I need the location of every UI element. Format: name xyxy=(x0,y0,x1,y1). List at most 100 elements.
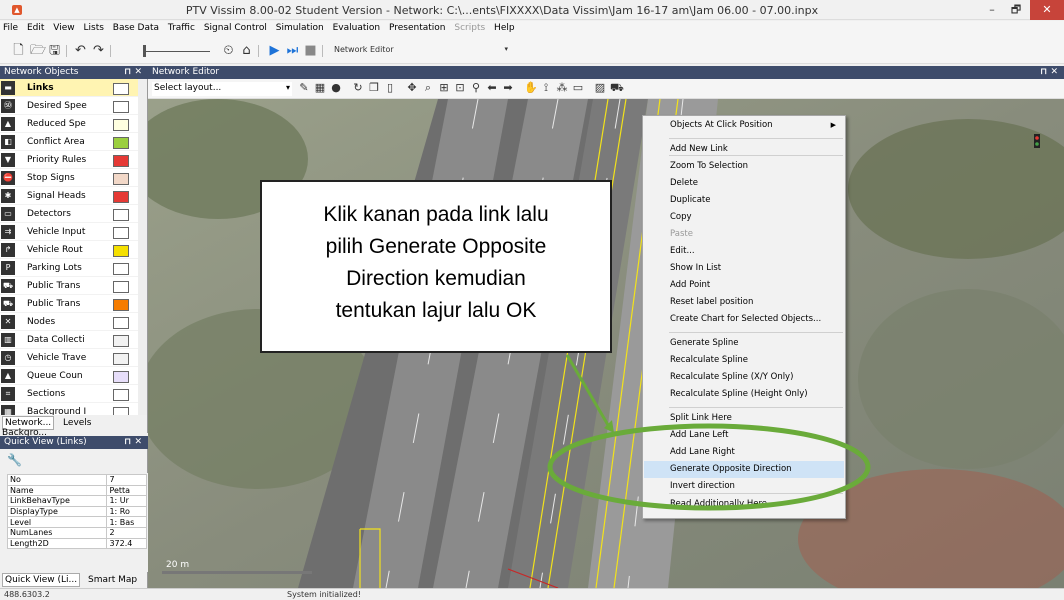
context-menu-item[interactable]: Show In List xyxy=(644,260,844,277)
menu-view[interactable]: View xyxy=(50,21,77,33)
context-menu-item[interactable]: Recalculate Spline xyxy=(644,352,844,369)
context-menu-item[interactable]: Recalculate Spline (X/Y Only) xyxy=(644,369,844,386)
hand-icon[interactable]: ✋ xyxy=(524,82,538,94)
object-color-swatch[interactable] xyxy=(113,245,129,257)
zoom-area-icon[interactable]: ⌕ xyxy=(422,82,434,94)
network-object-item[interactable]: ↱ Vehicle Rout xyxy=(0,241,147,259)
menu-traffic[interactable]: Traffic xyxy=(165,21,198,33)
menu-help[interactable]: Help xyxy=(491,21,518,33)
context-menu-item[interactable]: Add Point xyxy=(644,277,844,294)
speed-slider-track[interactable] xyxy=(146,51,210,52)
measure-icon[interactable]: ⟟ xyxy=(540,82,552,94)
object-color-swatch[interactable] xyxy=(113,119,129,131)
object-color-swatch[interactable] xyxy=(113,227,129,239)
network-object-item[interactable]: ▬ Links xyxy=(0,79,147,97)
network-object-item[interactable]: ⛔ Stop Signs xyxy=(0,169,147,187)
tab-smart-map[interactable]: Smart Map xyxy=(88,575,137,585)
network-object-item[interactable]: ⛟ Public Trans xyxy=(0,277,147,295)
object-color-swatch[interactable] xyxy=(113,155,129,167)
context-menu-item[interactable]: Create Chart for Selected Objects... xyxy=(644,311,844,328)
table-row[interactable]: LinkBehavType 1: Ur xyxy=(6,495,147,507)
attribute-value[interactable]: 7 xyxy=(106,474,147,486)
attribute-value[interactable]: 372.4 xyxy=(106,537,147,550)
table-row[interactable]: Length2D 372.4 xyxy=(6,537,147,550)
object-color-swatch[interactable] xyxy=(113,335,129,347)
object-color-swatch[interactable] xyxy=(113,83,129,95)
network-object-item[interactable]: ㊿ Desired Spee xyxy=(0,97,147,115)
wireframe-icon[interactable]: ⁂ xyxy=(556,82,568,94)
clipboard-icon[interactable]: ▯ xyxy=(384,82,396,94)
chart-icon[interactable]: ▨ xyxy=(594,82,606,94)
save-icon[interactable]: 🖫 xyxy=(48,44,61,57)
network-object-item[interactable]: ▭ Detectors xyxy=(0,205,147,223)
tab-quick-view[interactable]: Quick View (Li... xyxy=(2,573,81,587)
network-object-item[interactable]: ▲ Reduced Spe xyxy=(0,115,147,133)
network-object-item[interactable]: ✱ Signal Heads xyxy=(0,187,147,205)
menu-scripts[interactable]: Scripts xyxy=(451,21,488,33)
3d-vehicles-icon[interactable]: ⛟ xyxy=(610,82,624,94)
context-menu-item[interactable]: Generate Spline xyxy=(644,335,844,352)
attribute-value[interactable]: 1: Bas xyxy=(106,516,147,528)
object-color-swatch[interactable] xyxy=(113,389,129,401)
object-color-swatch[interactable] xyxy=(113,191,129,203)
globe-icon[interactable]: ● xyxy=(330,82,342,94)
zoom-extents-icon[interactable]: ⊞ xyxy=(438,82,450,94)
menu-simulation[interactable]: Simulation xyxy=(273,21,327,33)
attribute-value[interactable]: 1: Ur xyxy=(106,495,147,507)
object-color-swatch[interactable] xyxy=(113,137,129,149)
maximize-button[interactable]: 🗗 xyxy=(1004,0,1028,20)
attribute-value[interactable]: 2 xyxy=(106,526,147,539)
layout-select[interactable]: Select layout... ▾ xyxy=(152,82,292,96)
context-menu-item[interactable]: Edit... xyxy=(644,243,844,260)
open-folder-icon[interactable]: 🗁 xyxy=(30,44,46,57)
menu-evaluation[interactable]: Evaluation xyxy=(330,21,384,33)
table-row[interactable]: NumLanes 2 xyxy=(6,526,147,539)
rotate-icon[interactable]: ↻ xyxy=(352,82,364,94)
step-icon[interactable]: ⏭ xyxy=(286,44,299,57)
context-menu-item[interactable]: Add Lane Right xyxy=(644,444,844,461)
copy-view-icon[interactable]: ❐ xyxy=(368,82,380,94)
object-color-swatch[interactable] xyxy=(113,353,129,365)
edit-tools-icon[interactable]: ✎ xyxy=(298,82,310,94)
simulation-speed-icon[interactable]: ⏲ xyxy=(222,44,235,57)
context-menu-item[interactable]: Copy xyxy=(644,209,844,226)
network-object-item[interactable]: P Parking Lots xyxy=(0,259,147,277)
editor-type-select[interactable]: Network Editor ▾ xyxy=(334,45,510,57)
menu-base-data[interactable]: Base Data xyxy=(110,21,162,33)
table-row[interactable]: DisplayType 1: Ro xyxy=(6,505,147,518)
object-color-swatch[interactable] xyxy=(113,371,129,383)
redo-icon[interactable]: ↷ xyxy=(92,44,105,57)
table-row[interactable]: Name Petta xyxy=(6,484,147,497)
context-menu-item[interactable]: Delete xyxy=(644,175,844,192)
zoom-icon[interactable]: ⚲ xyxy=(470,82,482,94)
undo-icon[interactable]: ↶ xyxy=(74,44,87,57)
menu-edit[interactable]: Edit xyxy=(24,21,47,33)
context-menu-item[interactable]: Generate Opposite Direction xyxy=(644,461,844,478)
network-object-item[interactable]: ⇉ Vehicle Input xyxy=(0,223,147,241)
context-menu-item[interactable]: Add Lane Left xyxy=(644,427,844,444)
forward-arrow-icon[interactable]: ➡ xyxy=(502,82,514,94)
context-menu-item[interactable]: Invert direction xyxy=(644,478,844,495)
play-icon[interactable]: ▶ xyxy=(268,44,281,57)
zoom-box-icon[interactable]: ⊡ xyxy=(454,82,466,94)
pan-icon[interactable]: ✥ xyxy=(406,82,418,94)
network-object-item[interactable]: ◧ Conflict Area xyxy=(0,133,147,151)
panel-controls[interactable]: ⊓ ✕ xyxy=(124,437,142,447)
stop-icon[interactable]: ■ xyxy=(304,44,317,57)
object-color-swatch[interactable] xyxy=(113,173,129,185)
object-color-swatch[interactable] xyxy=(113,281,129,293)
attribute-value[interactable]: 1: Ro xyxy=(106,505,147,518)
new-file-icon[interactable]: 🗋 xyxy=(12,44,25,57)
back-arrow-icon[interactable]: ⬅ xyxy=(486,82,498,94)
screenshot-icon[interactable]: ▭ xyxy=(572,82,584,94)
network-object-item[interactable]: ▥ Data Collecti xyxy=(0,331,147,349)
minimize-button[interactable]: – xyxy=(980,0,1004,20)
grid-icon[interactable]: ▦ xyxy=(314,82,326,94)
network-object-item[interactable]: ⛟ Public Trans xyxy=(0,295,147,313)
vertical-scrollbar[interactable] xyxy=(138,79,147,415)
object-color-swatch[interactable] xyxy=(113,263,129,275)
context-menu-item[interactable]: Recalculate Spline (Height Only) xyxy=(644,386,844,403)
tab-levels[interactable]: Levels xyxy=(63,418,91,428)
context-menu-item[interactable]: Paste xyxy=(644,226,844,243)
context-menu-item[interactable]: Zoom To Selection xyxy=(644,158,844,175)
